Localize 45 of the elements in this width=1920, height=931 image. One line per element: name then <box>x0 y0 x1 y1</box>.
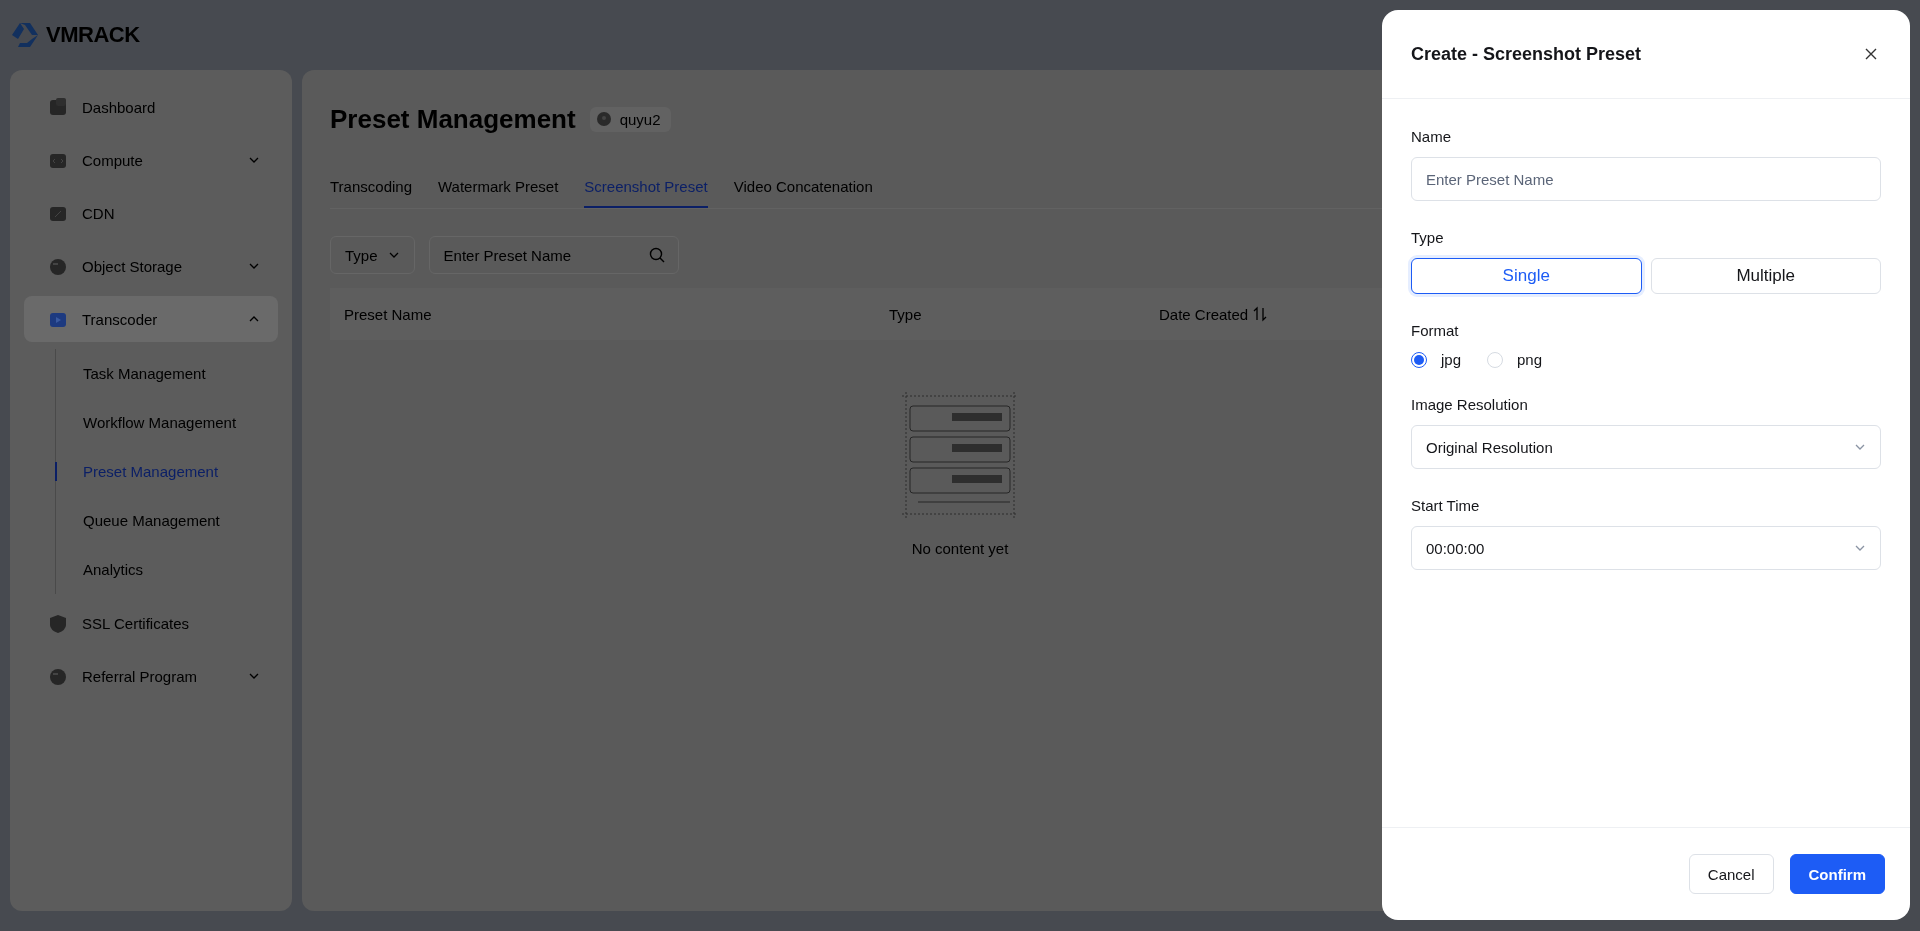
cancel-button[interactable]: Cancel <box>1688 854 1774 894</box>
sidebar-item[interactable]: Transcoder <box>24 296 278 342</box>
field-label: Image Resolution <box>1411 396 1529 413</box>
sidebar-item[interactable]: Object Storage <box>24 243 278 289</box>
field-label: Type <box>1411 229 1445 246</box>
field-label: Name <box>1411 128 1452 145</box>
sort-icon[interactable] <box>1252 306 1269 322</box>
type-option[interactable]: Single <box>1411 258 1642 294</box>
select-field[interactable]: Original Resolution <box>1411 425 1881 469</box>
logo-text: VMRACK <box>46 22 140 48</box>
sidebar-subitem[interactable]: Preset Management <box>56 447 278 496</box>
search-icon <box>648 247 665 263</box>
type-option[interactable]: Multiple <box>1650 258 1881 294</box>
search-field[interactable]: Enter Preset Name <box>428 236 679 274</box>
logo-icon <box>10 21 40 49</box>
region-badge[interactable]: quyu2 <box>589 106 671 132</box>
radio-label: jpg <box>1441 351 1462 368</box>
sidebar-subitem[interactable]: Analytics <box>56 545 278 594</box>
sidebar-item[interactable]: Referral Program <box>24 653 278 699</box>
tab[interactable]: Transcoding <box>330 166 412 208</box>
sidebar-subitem[interactable]: Task Management <box>56 349 278 398</box>
radio-label: png <box>1517 351 1543 368</box>
shield-icon <box>48 612 68 634</box>
sidebar-item[interactable]: SSL Certificates <box>24 600 278 646</box>
column-header: Date Created <box>1159 305 1249 323</box>
sidebar-item[interactable]: Dashboard <box>24 84 278 130</box>
tab[interactable]: Watermark Preset <box>438 166 559 208</box>
sidebar-subitem[interactable]: Queue Management <box>56 496 278 545</box>
column-header: Type <box>889 305 922 323</box>
confirm-button[interactable]: Confirm <box>1789 854 1885 894</box>
field-label: Format <box>1411 322 1460 339</box>
sidebar-item[interactable]: CDN <box>24 190 278 236</box>
empty-text: No content yet <box>911 540 1009 557</box>
sidebar-item[interactable]: Compute <box>24 137 278 183</box>
column-header: Preset Name <box>344 305 432 323</box>
drawer-title: Create - Screenshot Preset <box>1411 43 1642 65</box>
page-title: Preset Management <box>330 103 576 135</box>
sidebar-subitem[interactable]: Workflow Management <box>56 398 278 447</box>
tab[interactable]: Screenshot Preset <box>584 166 708 208</box>
field-label: Start Time <box>1411 497 1481 514</box>
close-icon <box>1864 47 1878 61</box>
name-input[interactable]: Enter Preset Name <box>1411 157 1881 201</box>
type-dropdown[interactable]: Type <box>330 236 415 274</box>
tab[interactable]: Video Concatenation <box>733 166 873 208</box>
select-field[interactable]: 00:00:00 <box>1411 526 1881 570</box>
